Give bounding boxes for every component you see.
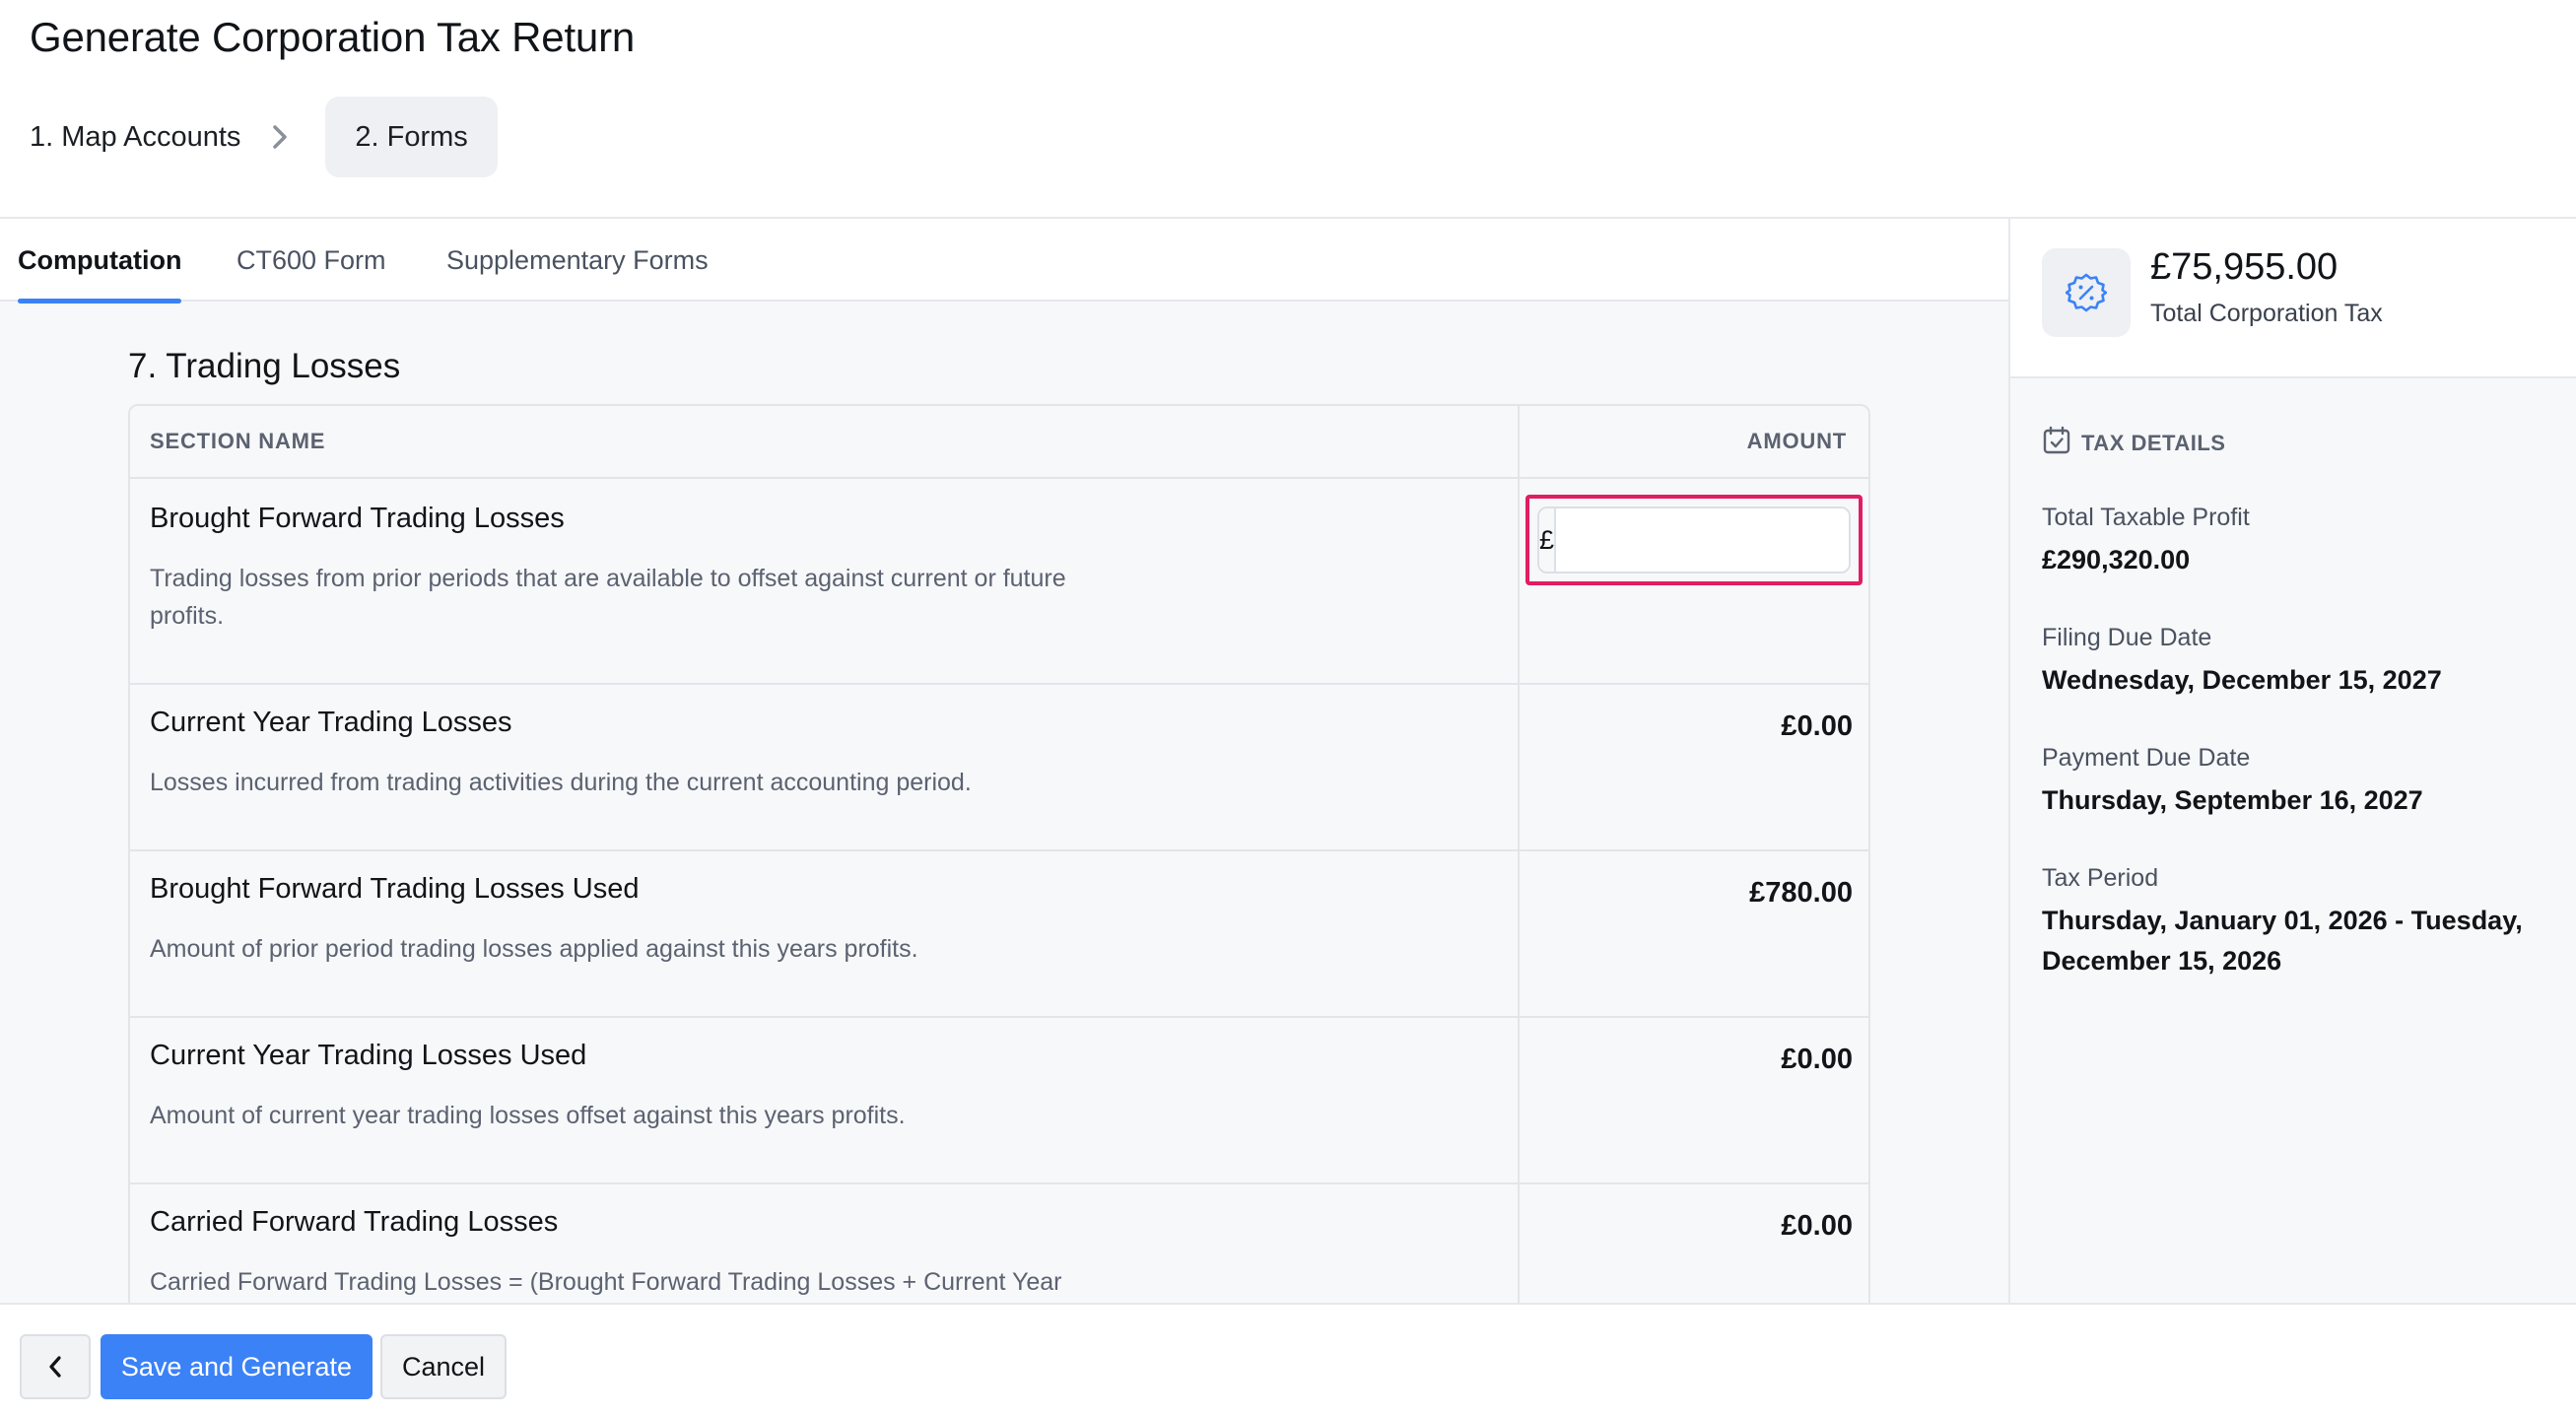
save-and-generate-button[interactable]: Save and Generate [101, 1334, 373, 1399]
detail-tax-period: Tax Period Thursday, January 01, 2026 - … [2042, 859, 2554, 981]
trading-losses-table: SECTION NAME AMOUNT Brought Forward Trad… [128, 404, 1870, 1389]
row-description: Amount of prior period trading losses ap… [150, 935, 918, 963]
tax-summary-panel: £75,955.00 Total Corporation Tax TAX DET… [2008, 219, 2576, 1303]
table-header: SECTION NAME AMOUNT [130, 406, 1868, 479]
detail-filing-due-date: Filing Due Date Wednesday, December 15, … [2042, 619, 2554, 701]
row-title: Brought Forward Trading Losses Used [150, 873, 640, 905]
detail-total-taxable-profit: Total Taxable Profit £290,320.00 [2042, 499, 2554, 580]
row-name-cell: Current Year Trading Losses Used Amount … [130, 1018, 1520, 1182]
row-title: Carried Forward Trading Losses [150, 1206, 559, 1238]
tax-details-label: TAX DETAILS [2081, 430, 2226, 455]
row-description: Trading losses from prior periods that a… [150, 565, 1066, 630]
detail-value: £290,320.00 [2042, 545, 2191, 574]
page-title: Generate Corporation Tax Return [30, 14, 636, 60]
tab-supplementary-forms[interactable]: Supplementary Forms [446, 219, 709, 302]
step-forms[interactable]: 2. Forms [325, 97, 498, 177]
tab-bar: Computation CT600 Form Supplementary For… [0, 219, 2008, 304]
total-corporation-tax-label: Total Corporation Tax [2150, 300, 2383, 327]
detail-value: Wednesday, December 15, 2027 [2042, 665, 2442, 695]
step-map-accounts[interactable]: 1. Map Accounts [30, 97, 240, 177]
detail-label: Tax Period [2042, 864, 2159, 892]
row-amount: £0.00 [1781, 710, 1853, 742]
row-name-cell: Current Year Trading Losses Losses incur… [130, 685, 1520, 849]
row-amount: £780.00 [1749, 877, 1853, 909]
row-description: Losses incurred from trading activities … [150, 769, 972, 796]
row-amount-cell: £780.00 [1520, 851, 1868, 1016]
amount-input-highlight: £ [1525, 495, 1863, 585]
table-row: Brought Forward Trading Losses Trading l… [130, 479, 1868, 685]
detail-payment-due-date: Payment Due Date Thursday, September 16,… [2042, 739, 2554, 821]
row-amount-cell: £0.00 [1520, 685, 1868, 849]
row-title: Current Year Trading Losses [150, 707, 512, 738]
row-description: Amount of current year trading losses of… [150, 1102, 906, 1129]
table-row: Brought Forward Trading Losses Used Amou… [130, 851, 1868, 1018]
currency-prefix: £ [1539, 508, 1557, 572]
row-description: Carried Forward Trading Losses = (Brough… [150, 1268, 1062, 1296]
stepper: 1. Map Accounts 2. Forms [30, 97, 498, 177]
row-name-cell: Brought Forward Trading Losses Used Amou… [130, 851, 1520, 1016]
table-row: Current Year Trading Losses Used Amount … [130, 1018, 1868, 1184]
brought-forward-losses-input[interactable] [1556, 508, 1849, 572]
row-amount-cell: £0.00 [1520, 1018, 1868, 1182]
section-title: 7. Trading Losses [128, 347, 401, 385]
percent-badge-icon [2042, 248, 2131, 337]
row-amount: £0.00 [1781, 1210, 1853, 1242]
row-amount: £0.00 [1781, 1044, 1853, 1075]
footer-action-bar: Save and Generate Cancel [0, 1303, 2576, 1417]
cancel-button[interactable]: Cancel [380, 1334, 507, 1399]
back-button[interactable] [20, 1334, 91, 1399]
row-title: Brought Forward Trading Losses [150, 503, 565, 534]
total-corporation-tax-value: £75,955.00 [2150, 246, 2339, 288]
calendar-check-icon [2042, 426, 2071, 460]
tab-ct600-form[interactable]: CT600 Form [237, 219, 386, 302]
detail-label: Payment Due Date [2042, 744, 2251, 772]
row-name-cell: Brought Forward Trading Losses Trading l… [130, 479, 1520, 683]
column-header-amount: AMOUNT [1746, 429, 1847, 453]
detail-value: Thursday, January 01, 2026 - Tuesday, De… [2042, 906, 2523, 976]
row-title: Current Year Trading Losses Used [150, 1040, 587, 1071]
detail-label: Total Taxable Profit [2042, 504, 2250, 531]
tab-computation[interactable]: Computation [18, 219, 182, 304]
column-header-section-name: SECTION NAME [130, 406, 1520, 477]
detail-value: Thursday, September 16, 2027 [2042, 785, 2423, 815]
row-amount-cell: £ [1520, 479, 1868, 683]
main-content: Computation CT600 Form Supplementary For… [0, 219, 2008, 1389]
chevron-right-icon [250, 124, 309, 150]
amount-input-group: £ [1537, 506, 1851, 574]
table-row: Current Year Trading Losses Losses incur… [130, 685, 1868, 851]
chevron-left-icon [49, 1356, 61, 1378]
detail-label: Filing Due Date [2042, 624, 2212, 651]
tax-details-heading: TAX DETAILS [2042, 426, 2225, 460]
total-tax-card: £75,955.00 Total Corporation Tax [2010, 219, 2576, 378]
